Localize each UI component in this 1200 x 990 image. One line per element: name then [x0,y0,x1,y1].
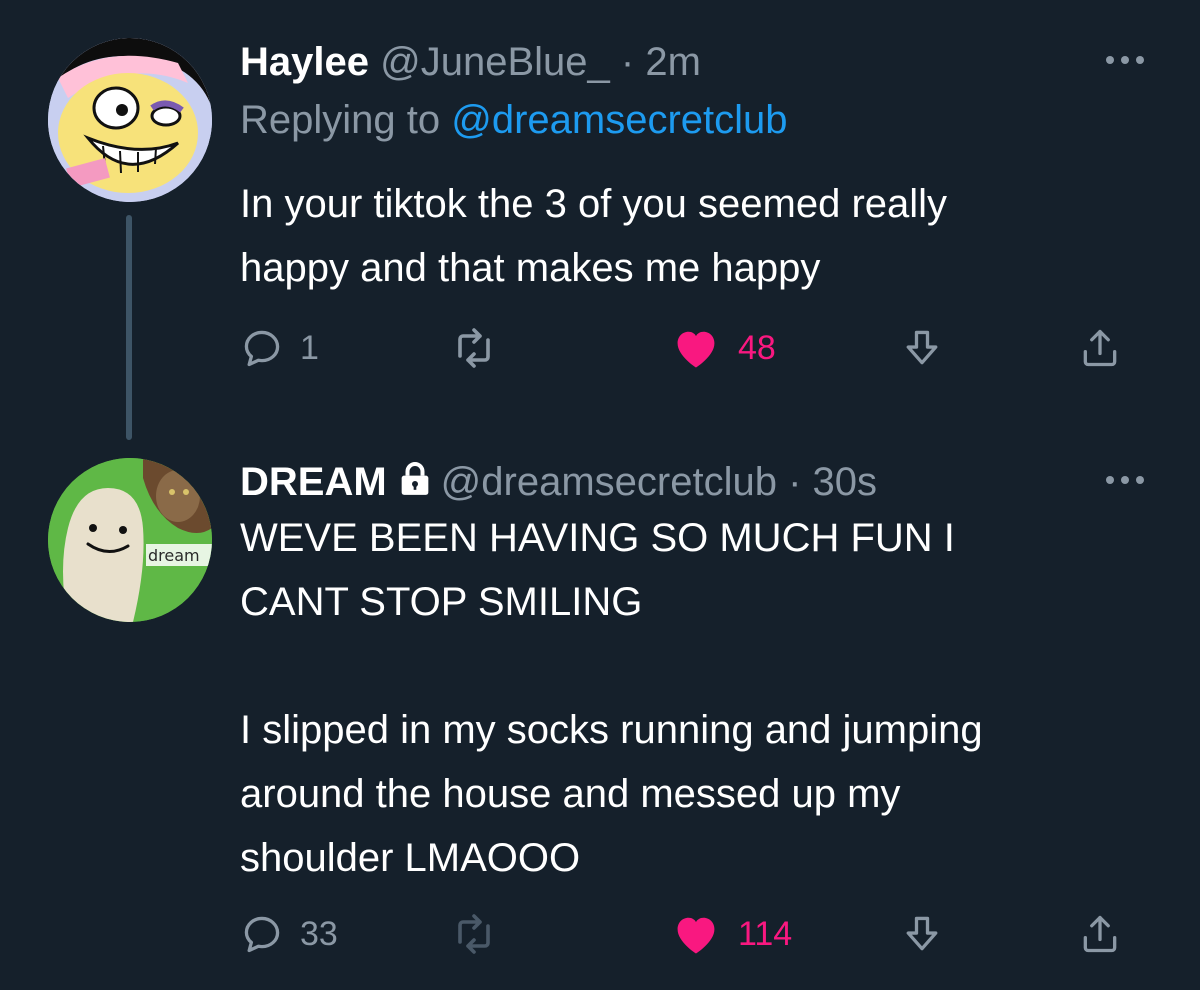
bookmark-button[interactable] [900,320,944,376]
reply-count: 33 [300,914,338,953]
tweet-timestamp[interactable]: 2m [645,40,701,84]
like-count: 48 [738,328,776,367]
reply-count: 1 [300,328,319,367]
reply-button[interactable]: 33 [240,906,338,962]
thread-connector [126,215,132,440]
tweet-text: WEVE BEEN HAVING SO MUCH FUN I CANT STOP… [240,506,1160,890]
like-count: 114 [738,914,793,953]
tweet-text: In your tiktok the 3 of you seemed reall… [240,172,1160,300]
reply-button[interactable]: 1 [240,320,319,376]
share-button[interactable] [1078,906,1122,962]
tweet-haylee[interactable]: Haylee @JuneBlue_ · 2m Replying to @drea… [0,0,1200,440]
tweet-thread: Haylee @JuneBlue_ · 2m Replying to @drea… [0,0,1200,990]
more-options-icon[interactable] [1100,50,1150,70]
arrow-down-icon [906,916,938,951]
heart-filled-icon [677,331,715,368]
retweet-button [450,906,498,962]
heart-filled-icon [677,917,715,954]
bookmark-button[interactable] [900,906,944,962]
tweet-header: Haylee @JuneBlue_ · 2m [240,38,701,86]
more-options-icon[interactable] [1100,470,1150,490]
tweet-header: DREAM @dreamsecretclub · 30s [240,458,877,506]
retweet-icon [458,328,490,368]
tweet-actions: 33 114 [240,906,1140,962]
separator-dot: · [620,40,635,84]
avatar[interactable]: dream [48,458,212,622]
tweet-text-paragraph-2: I slipped in my socks running and jumpin… [240,708,983,880]
share-icon [1083,915,1117,953]
share-icon [1083,329,1117,367]
separator-dot: · [788,460,802,504]
tweet-text-paragraph-1: WEVE BEEN HAVING SO MUCH FUN I CANT STOP… [240,516,955,624]
replying-to-mention[interactable]: @dreamsecretclub [451,98,787,142]
share-button[interactable] [1078,320,1122,376]
tweet-actions: 1 48 [240,320,1140,376]
user-handle[interactable]: @JuneBlue_ [380,40,610,84]
lock-icon [401,462,429,495]
arrow-down-icon [906,330,938,365]
retweet-disabled-icon [458,914,490,954]
tweet-dream[interactable]: dream DREAM @dreamsecretclub · 30s WEVE … [0,440,1200,990]
avatar[interactable] [48,38,212,202]
smiley-blob-avatar: dream [48,458,212,622]
user-handle[interactable]: @dreamsecretclub [441,460,777,504]
display-name[interactable]: DREAM [240,460,387,504]
avatar-label: dream [148,546,200,565]
like-button[interactable]: 114 [670,906,792,962]
display-name[interactable]: Haylee [240,40,369,84]
like-button[interactable]: 48 [670,320,776,376]
replying-to: Replying to @dreamsecretclub [240,96,788,144]
cartoon-character-avatar [48,38,212,202]
retweet-button[interactable] [450,320,498,376]
replying-to-label: Replying to [240,98,452,142]
tweet-timestamp[interactable]: 30s [813,460,878,504]
tweet-text-content: In your tiktok the 3 of you seemed reall… [240,182,948,290]
reply-icon [244,330,280,367]
reply-icon [244,916,280,953]
